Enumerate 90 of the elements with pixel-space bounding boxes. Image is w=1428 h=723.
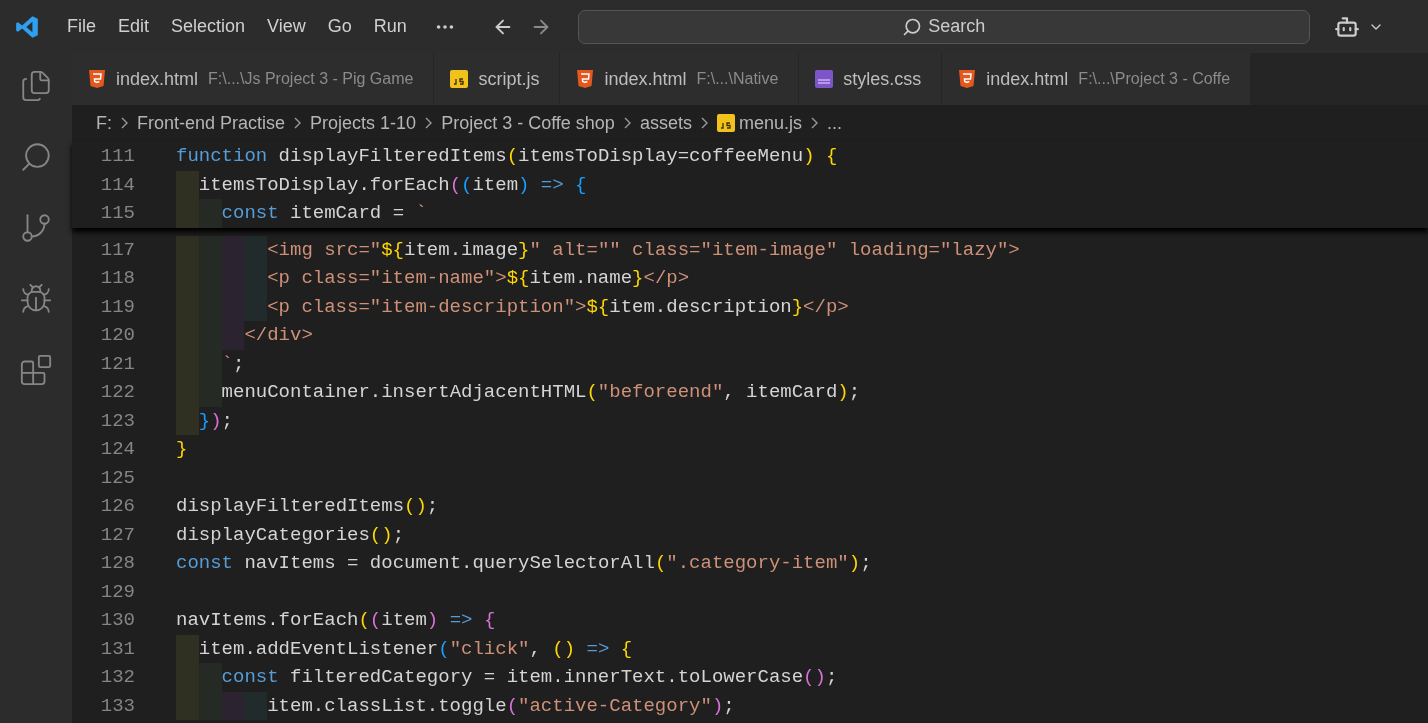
- tab-label: script.js: [478, 68, 540, 90]
- code-line: const filteredCategory = item.innerText.toLowerCase();: [221, 666, 838, 689]
- breadcrumb-item[interactable]: F:: [96, 112, 112, 134]
- tab-label: index.html: [604, 68, 687, 90]
- app-logo: [14, 13, 40, 40]
- tab-label: index.html: [986, 68, 1069, 90]
- line-number: 125: [99, 466, 135, 489]
- code-line: `;: [221, 352, 245, 375]
- menu-item[interactable]: Go: [316, 12, 363, 41]
- html-file-icon: [576, 69, 595, 89]
- code-line: function displayFilteredItems(itemsToDisplay=coffeeMenu) {: [176, 145, 838, 168]
- menu-item[interactable]: View: [256, 12, 317, 41]
- editor-tab[interactable]: index.html F:\...\Project 3 - Coffe: [942, 53, 1252, 105]
- line-number: 114: [99, 173, 135, 196]
- tab-path: F:\...\Native: [696, 70, 779, 88]
- js-file-icon: [716, 114, 735, 132]
- code-line: item.addEventListener("click", () => {: [198, 637, 633, 660]
- breadcrumb-item[interactable]: ...: [826, 112, 842, 134]
- code-line: const itemCard = `: [221, 202, 427, 225]
- chevron-right-icon: [121, 117, 128, 129]
- line-number: 119: [99, 295, 135, 318]
- html-file-icon: [88, 69, 106, 89]
- code-line: <p class="item-description">${item.description}</p>: [267, 295, 849, 318]
- search-field[interactable]: Search: [577, 9, 1310, 44]
- line-number: 124: [99, 438, 135, 461]
- tab-path: F:\...\Project 3 - Coffe: [1078, 70, 1231, 88]
- code-line: }: [176, 438, 188, 461]
- breadcrumb-item[interactable]: Projects 1-10: [310, 112, 417, 134]
- indent-guide: [198, 235, 222, 264]
- line-number: 127: [99, 523, 135, 546]
- tab-path: F:\...\Js Project 3 - Pig Game: [208, 70, 414, 88]
- menu-item[interactable]: File: [56, 12, 107, 41]
- line-number: 117: [99, 238, 135, 261]
- code-line: <p class="item-name">${item.name}</p>: [267, 267, 690, 290]
- menu-item[interactable]: Selection: [160, 12, 257, 41]
- line-number: 129: [99, 580, 135, 603]
- line-number: 133: [99, 694, 135, 717]
- search-icon[interactable]: [19, 140, 53, 174]
- line-number: 115: [99, 202, 135, 225]
- code-line: <img src="${item.image}" alt="" class="item-image" loading="lazy">: [267, 238, 1020, 261]
- editor-tab[interactable]: styles.css: [799, 53, 943, 105]
- line-number: 128: [99, 552, 135, 575]
- code-line: });: [198, 409, 233, 432]
- indent-guide: [244, 235, 268, 264]
- breadcrumb-item[interactable]: Project 3 - Coffe shop: [441, 112, 615, 134]
- files-icon[interactable]: [19, 69, 53, 103]
- chevron-right-icon: [623, 117, 631, 129]
- tab-label: index.html: [116, 68, 199, 90]
- extensions-icon[interactable]: [19, 353, 53, 387]
- chevron-right-icon: [425, 117, 433, 129]
- js-file-icon: [450, 70, 469, 88]
- code-line: displayCategories();: [176, 523, 405, 546]
- menu-item[interactable]: Run: [362, 12, 418, 41]
- chevron-right-icon: [294, 117, 302, 129]
- editor-tab[interactable]: index.html F:\...\Js Project 3 - Pig Game: [72, 53, 435, 105]
- line-number: 118: [99, 267, 135, 290]
- breadcrumb-item[interactable]: Front-end Practise: [137, 112, 286, 134]
- line-number: 132: [99, 666, 135, 689]
- search-label: Search: [928, 16, 986, 37]
- line-number: 111: [99, 145, 135, 168]
- line-number: 123: [99, 409, 135, 432]
- line-number: 121: [99, 352, 135, 375]
- branch-icon[interactable]: [19, 211, 53, 245]
- line-number: 122: [99, 381, 135, 404]
- line-number: 126: [99, 495, 135, 518]
- indent-guide: [176, 235, 199, 264]
- chevron-right-icon: [810, 117, 818, 129]
- code-line: navItems.forEach((item) => {: [176, 609, 496, 632]
- editor-tab[interactable]: index.html F:\...\Native: [560, 53, 800, 105]
- code-line: itemsToDisplay.forEach((item) => {: [198, 173, 587, 196]
- html-file-icon: [958, 69, 977, 89]
- code-line: menuContainer.insertAdjacentHTML("beforeend", itemCard);: [221, 381, 861, 404]
- code-line: </div>: [244, 324, 313, 347]
- code-line: displayFilteredItems();: [176, 495, 439, 518]
- menu-item[interactable]: Edit: [107, 12, 161, 41]
- line-number: 130: [99, 609, 135, 632]
- breadcrumb-item[interactable]: menu.js: [738, 112, 802, 134]
- search-icon: [902, 16, 923, 37]
- code-line: item.classList.toggle("active-Category");: [267, 694, 735, 717]
- css-file-icon: [815, 70, 834, 88]
- code-line: const navItems = document.querySelectorAll(".category-item");: [176, 552, 872, 575]
- breadcrumb-item[interactable]: assets: [639, 112, 692, 134]
- chevron-right-icon: [700, 117, 708, 129]
- line-number: 120: [99, 324, 135, 347]
- indent-guide: [176, 199, 199, 228]
- line-number: 131: [99, 637, 135, 660]
- editor-tab[interactable]: script.js: [434, 53, 561, 105]
- tab-label: styles.css: [843, 68, 922, 90]
- indent-guide: [221, 235, 245, 264]
- bug-icon[interactable]: [19, 282, 53, 316]
